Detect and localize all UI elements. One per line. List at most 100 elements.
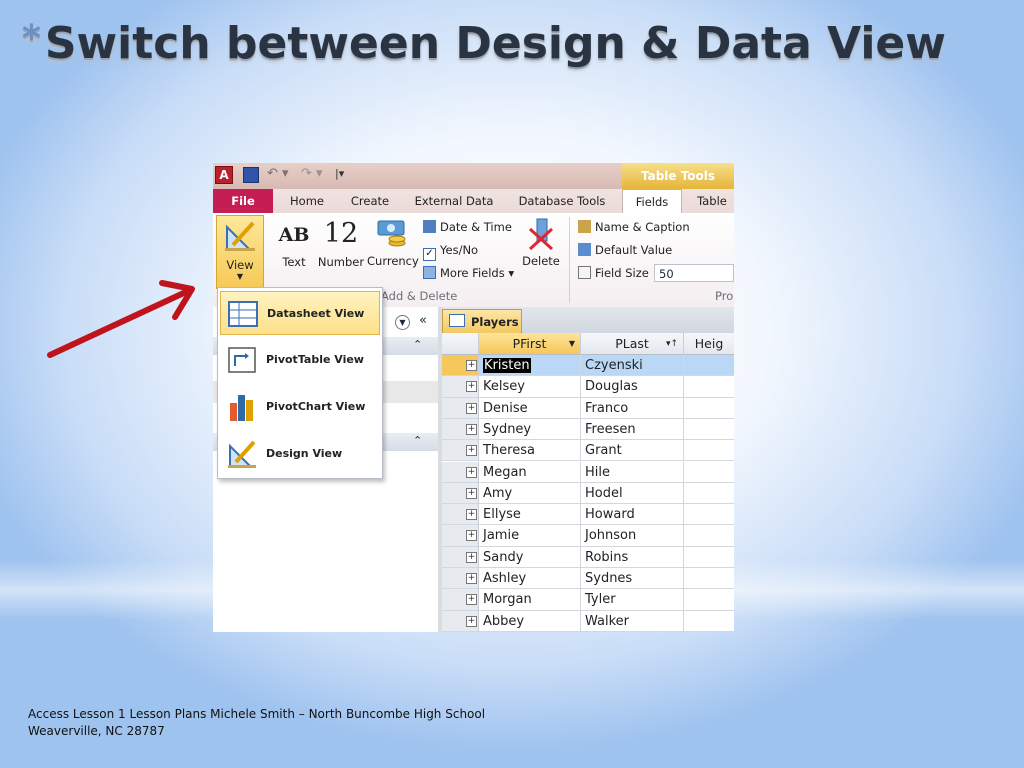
cell-height[interactable] — [684, 483, 734, 505]
record-selector[interactable]: + — [442, 610, 479, 632]
record-selector[interactable]: + — [442, 525, 479, 547]
record-selector[interactable]: + — [442, 376, 479, 398]
cell-pfirst[interactable]: Theresa — [479, 440, 581, 462]
cell-height[interactable] — [684, 611, 734, 632]
expand-icon[interactable]: + — [466, 402, 477, 414]
cell-pfirst[interactable]: Denise — [479, 397, 581, 419]
column-header-pfirst[interactable]: PFirst ▼ — [479, 333, 581, 355]
menu-item-pivotchart-view[interactable]: PivotChart View — [220, 385, 380, 429]
record-selector[interactable]: + — [442, 546, 479, 568]
table-row[interactable]: + Kristen Czyenski — [442, 355, 734, 377]
cell-pfirst[interactable]: Sandy — [479, 546, 581, 568]
number-field-button[interactable]: 12 Number — [317, 215, 365, 269]
table-row[interactable]: + Sydney Freesen — [442, 418, 734, 441]
default-value-button[interactable]: Default Value — [578, 243, 672, 257]
shutter-bar-close-icon[interactable]: « — [419, 313, 427, 328]
field-size-input[interactable]: 50 — [654, 264, 734, 282]
table-row[interactable]: + Morgan Tyler — [442, 589, 734, 611]
record-selector[interactable]: + — [442, 397, 479, 419]
expand-icon[interactable]: + — [466, 551, 477, 563]
cell-height[interactable] — [684, 462, 734, 483]
cell-pfirst[interactable]: Kristen — [479, 355, 581, 377]
tab-file[interactable]: File — [213, 189, 273, 213]
table-row[interactable]: + Jamie Johnson — [442, 525, 734, 547]
cell-height[interactable] — [684, 376, 734, 398]
yes-no-button[interactable]: ✓ Yes/No — [423, 243, 478, 261]
expand-icon[interactable]: + — [466, 615, 477, 627]
table-row[interactable]: + Ellyse Howard — [442, 504, 734, 526]
currency-field-button[interactable]: Currency — [367, 217, 419, 268]
view-button[interactable]: View ▼ — [216, 215, 264, 289]
cell-pfirst[interactable]: Ellyse — [479, 504, 581, 526]
sort-ascending-icon[interactable]: ▾↑ — [666, 333, 678, 355]
record-selector[interactable]: + — [442, 418, 479, 441]
table-row[interactable]: + Kelsey Douglas — [442, 376, 734, 398]
nav-dropdown-icon[interactable]: ▼ — [395, 315, 410, 330]
record-selector[interactable]: + — [442, 440, 479, 462]
column-header-height[interactable]: Heig — [684, 333, 734, 355]
redo-icon[interactable]: ↷ ▾ — [301, 166, 323, 181]
expand-icon[interactable]: + — [466, 423, 477, 435]
cell-height[interactable] — [684, 440, 734, 462]
record-selector[interactable]: + — [442, 589, 479, 611]
cell-plast[interactable]: Hile — [581, 461, 684, 483]
menu-item-datasheet-view[interactable]: Datasheet View — [220, 291, 380, 335]
record-selector[interactable]: + — [442, 504, 479, 526]
cell-pfirst[interactable]: Ashley — [479, 568, 581, 590]
undo-icon[interactable]: ↶ ▾ — [267, 166, 289, 181]
customize-qat-icon[interactable]: |▾ — [335, 167, 344, 180]
cell-height[interactable] — [684, 419, 734, 441]
table-row[interactable]: + Abbey Walker — [442, 610, 734, 632]
expand-icon[interactable]: + — [466, 487, 477, 499]
table-row[interactable]: + Sandy Robins — [442, 546, 734, 568]
cell-plast[interactable]: Howard — [581, 504, 684, 526]
cell-pfirst[interactable]: Jamie — [479, 525, 581, 547]
cell-plast[interactable]: Hodel — [581, 482, 684, 505]
expand-icon[interactable]: + — [466, 594, 477, 606]
cell-pfirst[interactable]: Morgan — [479, 589, 581, 611]
cell-pfirst[interactable]: Megan — [479, 461, 581, 483]
cell-height[interactable] — [684, 568, 734, 590]
menu-item-pivottable-view[interactable]: PivotTable View — [220, 338, 380, 382]
expand-icon[interactable]: + — [466, 573, 477, 584]
tab-fields[interactable]: Fields — [622, 189, 682, 215]
tab-external-data[interactable]: External Data — [409, 189, 499, 213]
column-header-plast[interactable]: PLast ▾↑ — [581, 333, 684, 355]
cell-pfirst[interactable]: Sydney — [479, 418, 581, 441]
cell-plast[interactable]: Douglas — [581, 376, 684, 398]
save-icon[interactable] — [243, 167, 259, 183]
cell-plast[interactable]: Freesen — [581, 418, 684, 441]
cell-plast[interactable]: Sydnes — [581, 568, 684, 590]
table-row[interactable]: + Denise Franco — [442, 397, 734, 419]
table-row[interactable]: + Megan Hile — [442, 461, 734, 483]
cell-height[interactable] — [684, 547, 734, 568]
delete-field-button[interactable]: Delete — [519, 217, 563, 268]
cell-pfirst[interactable]: Amy — [479, 482, 581, 505]
cell-height[interactable] — [684, 504, 734, 526]
record-selector[interactable]: + — [442, 482, 479, 505]
cell-height[interactable] — [684, 525, 734, 547]
cell-pfirst[interactable]: Abbey — [479, 610, 581, 632]
name-caption-button[interactable]: Name & Caption — [578, 220, 690, 234]
tab-players[interactable]: Players — [442, 309, 522, 333]
cell-pfirst[interactable]: Kelsey — [479, 376, 581, 398]
cell-height[interactable] — [684, 398, 734, 419]
more-fields-button[interactable]: More Fields ▾ — [423, 266, 514, 280]
expand-icon[interactable]: + — [466, 445, 477, 457]
cell-height[interactable] — [684, 589, 734, 611]
text-field-button[interactable]: AB Text — [273, 219, 315, 269]
date-time-button[interactable]: Date & Time — [423, 220, 512, 234]
expand-icon[interactable]: + — [466, 509, 477, 521]
menu-item-design-view[interactable]: Design View — [220, 432, 380, 476]
cell-plast[interactable]: Franco — [581, 397, 684, 419]
cell-plast[interactable]: Grant — [581, 440, 684, 462]
cell-plast[interactable]: Czyenski — [581, 355, 684, 377]
expand-icon[interactable]: + — [466, 530, 477, 542]
record-selector[interactable]: + — [442, 568, 479, 590]
table-row[interactable]: + Amy Hodel — [442, 482, 734, 505]
cell-plast[interactable]: Robins — [581, 546, 684, 568]
expand-icon[interactable]: + — [466, 360, 477, 371]
cell-plast[interactable]: Johnson — [581, 525, 684, 547]
table-row[interactable]: + Ashley Sydnes — [442, 568, 734, 590]
tab-create[interactable]: Create — [343, 189, 397, 213]
